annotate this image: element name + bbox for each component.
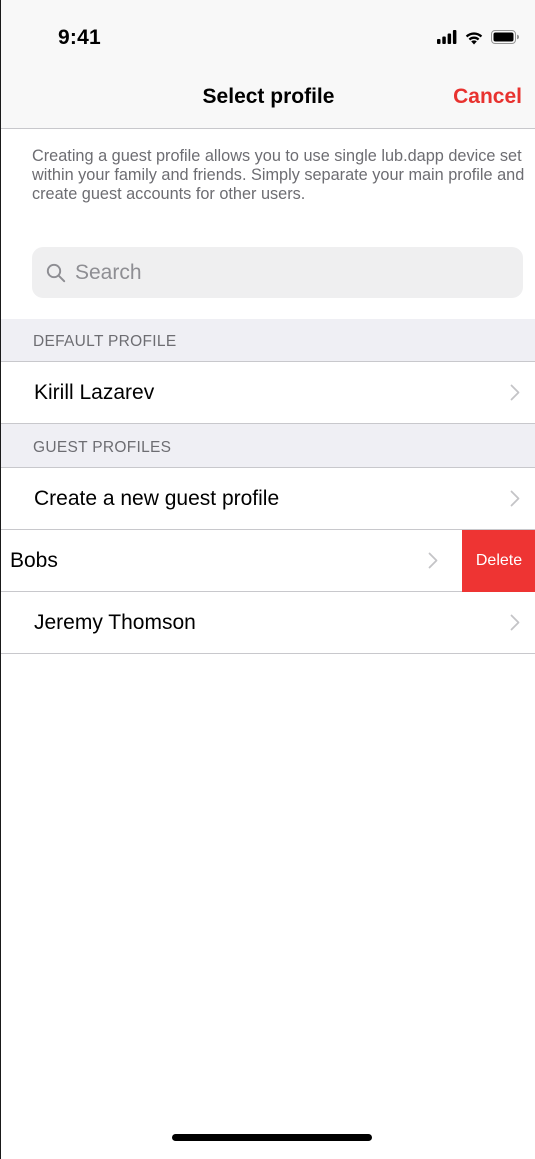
- wifi-icon: [465, 31, 483, 44]
- description-text: Creating a guest profile allows you to u…: [32, 147, 525, 203]
- home-indicator: [172, 1134, 372, 1141]
- search-placeholder: Search: [75, 260, 142, 284]
- delete-button[interactable]: Delete: [462, 530, 535, 592]
- status-icons: [437, 27, 519, 47]
- profile-name: Jeremy Thomson: [34, 611, 196, 634]
- section-header-label: DEFAULT PROFILE: [33, 333, 177, 350]
- create-guest-profile-row[interactable]: Create a new guest profile: [1, 468, 535, 530]
- select-profile-screen: 9:41 Select profile Cancel Creating a gu…: [0, 0, 535, 1159]
- status-bar: 9:41: [1, 0, 535, 68]
- status-time: 9:41: [58, 26, 101, 49]
- profile-row-swiped[interactable]: Bobs Delete: [1, 530, 535, 592]
- search-icon: [45, 262, 67, 284]
- create-guest-profile-label: Create a new guest profile: [34, 487, 280, 510]
- navigation-bar: Select profile Cancel: [1, 68, 535, 129]
- section-header-label: GUEST PROFILES: [33, 439, 172, 456]
- profile-name: Kirill Lazarev: [34, 381, 155, 404]
- chevron-right-icon: [428, 552, 438, 569]
- cancel-button[interactable]: Cancel: [453, 85, 522, 109]
- section-header-guest-profiles: GUEST PROFILES: [1, 424, 535, 468]
- profile-name: Bobs: [10, 549, 58, 572]
- chevron-right-icon: [510, 614, 520, 631]
- chevron-right-icon: [510, 490, 520, 507]
- battery-icon: [491, 30, 519, 44]
- chevron-right-icon: [510, 384, 520, 401]
- section-header-default-profile: DEFAULT PROFILE: [1, 319, 535, 362]
- profile-row-default[interactable]: Kirill Lazarev: [1, 362, 535, 424]
- profile-row[interactable]: Jeremy Thomson: [1, 592, 535, 654]
- signal-icon: [437, 30, 457, 44]
- search-input[interactable]: Search: [32, 247, 523, 298]
